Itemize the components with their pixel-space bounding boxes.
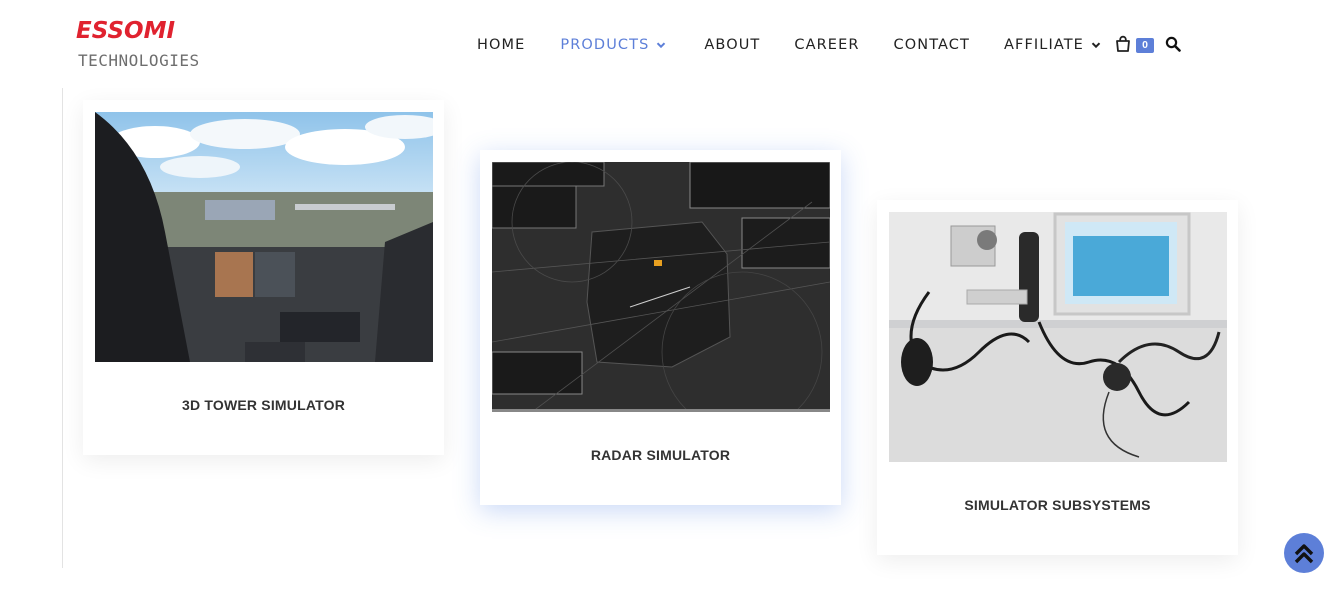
nav-career[interactable]: CAREER: [794, 34, 859, 56]
chevron-double-up-icon: [1294, 544, 1314, 564]
nav-products[interactable]: PRODUCTS: [560, 34, 667, 56]
nav-about[interactable]: ABOUT: [704, 34, 760, 56]
main-nav: HOME PRODUCTS ABOUT CAREER CONTACT AFFIL…: [477, 34, 1102, 56]
radar-screen-image: [492, 162, 830, 412]
product-image[interactable]: [492, 162, 830, 412]
search-icon[interactable]: [1165, 36, 1181, 52]
cart-button[interactable]: 0: [1114, 35, 1158, 55]
divider: [62, 88, 63, 568]
scroll-to-top-button[interactable]: [1284, 533, 1324, 573]
product-image[interactable]: [95, 112, 433, 362]
product-card[interactable]: SIMULATOR SUBSYSTEMS: [877, 200, 1238, 555]
simulator-hardware-image: [889, 212, 1227, 462]
chevron-down-icon: [657, 42, 666, 49]
logo-subtitle: TECHNOLOGIES: [78, 51, 200, 70]
cart-count-badge: 0: [1136, 38, 1154, 53]
product-card-featured[interactable]: RADAR SIMULATOR: [480, 150, 841, 505]
product-title[interactable]: SIMULATOR SUBSYSTEMS: [877, 497, 1238, 513]
nav-about-label: ABOUT: [704, 37, 761, 53]
nav-career-label: CAREER: [794, 37, 860, 53]
nav-contact[interactable]: CONTACT: [894, 34, 970, 56]
cart-icon: [1116, 35, 1130, 52]
nav-home-label: HOME: [477, 37, 526, 53]
nav-home[interactable]: HOME: [477, 34, 525, 56]
logo-wordmark: ESSOMI: [76, 18, 176, 44]
nav-affiliate-label: AFFILIATE: [1003, 37, 1084, 53]
product-image[interactable]: [889, 212, 1227, 462]
nav-affiliate[interactable]: AFFILIATE: [1004, 34, 1102, 56]
chevron-down-icon: [1091, 42, 1101, 49]
nav-contact-label: CONTACT: [893, 37, 970, 53]
product-title[interactable]: 3D TOWER SIMULATOR: [83, 397, 444, 413]
product-title[interactable]: RADAR SIMULATOR: [480, 447, 841, 463]
control-tower-image: [95, 112, 433, 362]
product-card[interactable]: 3D TOWER SIMULATOR: [83, 100, 444, 455]
logo[interactable]: ESSOMI TECHNOLOGIES: [76, 18, 206, 74]
nav-products-label: PRODUCTS: [560, 37, 650, 53]
